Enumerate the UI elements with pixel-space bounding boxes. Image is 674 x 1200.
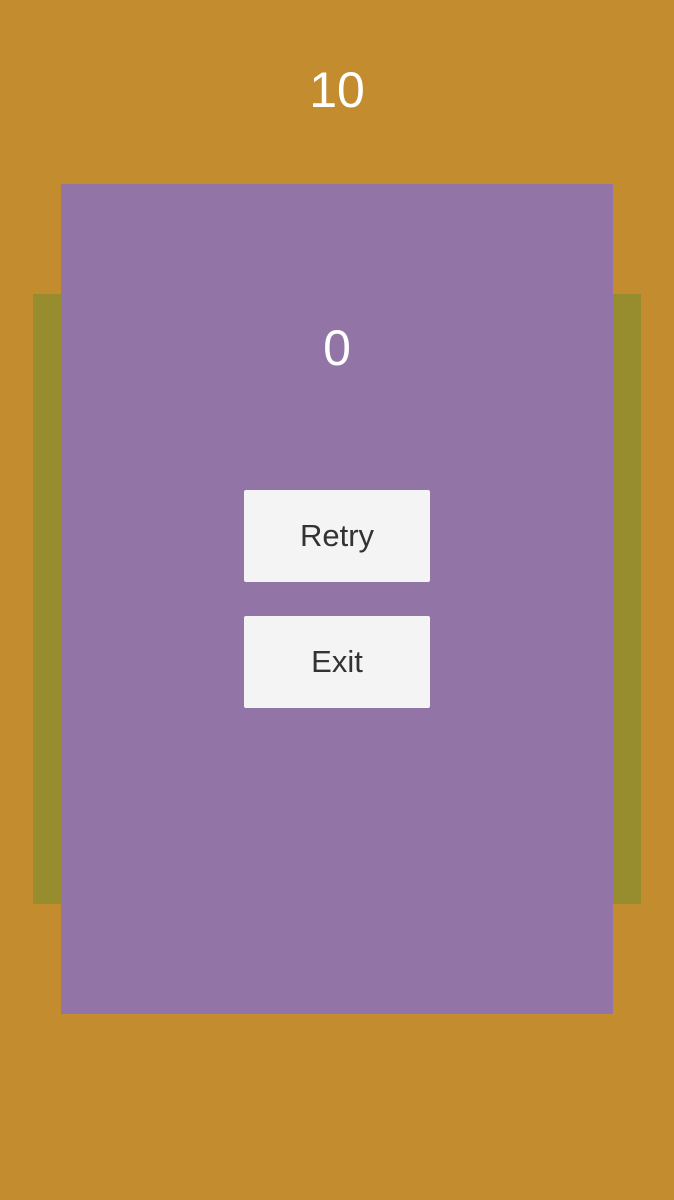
final-score: 0 <box>323 320 351 376</box>
game-over-panel: 0 Retry Exit <box>61 184 613 1014</box>
top-score: 10 <box>309 62 365 118</box>
game-screen: 10 0 Retry Exit <box>0 0 674 1200</box>
retry-button[interactable]: Retry <box>244 490 430 582</box>
exit-button[interactable]: Exit <box>244 616 430 708</box>
